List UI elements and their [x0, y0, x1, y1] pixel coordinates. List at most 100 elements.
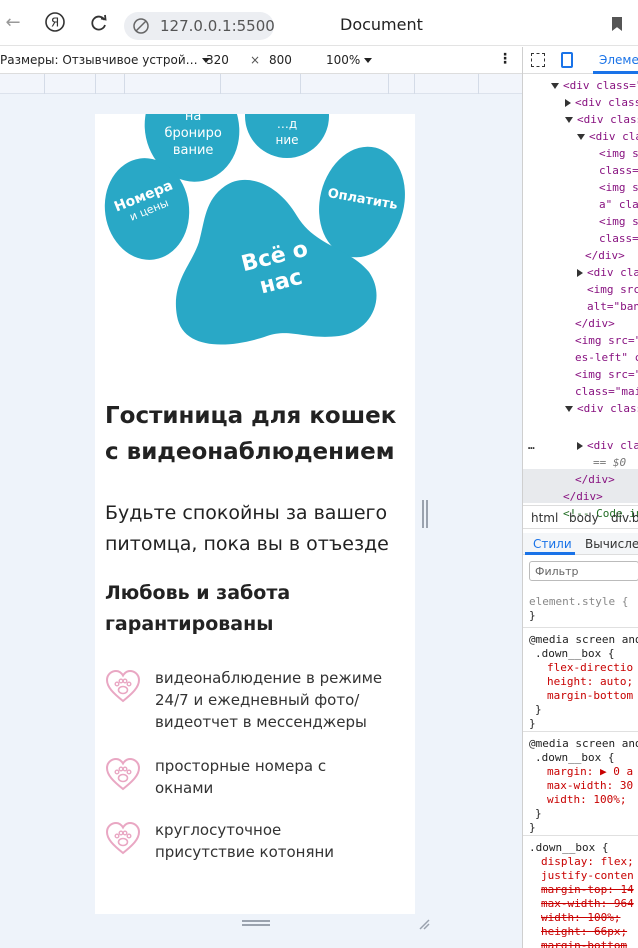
dom-node[interactable]: <img s [599, 179, 638, 196]
css-property[interactable]: justify-conten [541, 869, 634, 883]
bookmark-icon[interactable] [612, 17, 622, 31]
page-title: Гостиница для кошек с видеонаблюдением [105, 403, 397, 465]
device-toggle-icon[interactable] [561, 52, 573, 68]
tab-styles[interactable]: Стили [533, 537, 572, 551]
dom-node[interactable]: <div class [565, 111, 638, 128]
more-options-icon[interactable]: ⋮ [498, 51, 512, 67]
viewport-resize-corner-icon[interactable] [418, 918, 430, 930]
dom-node[interactable]: <img src=" [575, 332, 638, 349]
dom-tree: <div class=" <div class <div class <div … [523, 75, 638, 520]
expand-triangle-icon[interactable] [565, 406, 573, 412]
inspect-element-icon[interactable] [531, 53, 545, 67]
selected-node-marker: == $0 [593, 456, 627, 469]
ruler-segment[interactable] [44, 74, 45, 94]
tab-elements[interactable]: Элеме [599, 53, 638, 67]
dom-node-selected[interactable]: <div cla [577, 437, 638, 454]
active-tab-indicator [525, 552, 575, 555]
dom-node[interactable]: </div> [585, 247, 625, 264]
css-rule-selector[interactable]: .down__box { [535, 751, 614, 765]
dimensions-preset-select[interactable]: Размеры: Отзывчивое устрой… [0, 53, 210, 67]
dom-node[interactable]: <div cla [577, 264, 638, 281]
css-property[interactable]: margin: ▶ 0 a [547, 765, 633, 779]
css-property[interactable]: flex-directio [547, 661, 633, 675]
nav-paw-text: ние [275, 133, 299, 147]
dom-node[interactable]: <div cla [577, 128, 638, 145]
dom-node[interactable]: </div> [563, 488, 603, 505]
viewport-resize-handle-right[interactable] [422, 500, 428, 528]
rule-divider [523, 731, 638, 732]
css-property-overridden[interactable]: margin-top: 14 [541, 883, 634, 897]
dom-node[interactable]: class= [599, 230, 638, 247]
breadcrumb-item[interactable]: html [531, 511, 558, 525]
ruler-segment[interactable] [95, 74, 96, 94]
expand-triangle-icon[interactable] [565, 117, 573, 123]
css-rule-selector[interactable]: .down__box { [535, 647, 614, 661]
dom-node[interactable]: alt="ban [587, 298, 638, 315]
dom-node[interactable]: </div> [575, 471, 615, 488]
css-property[interactable]: display: flex; [541, 855, 634, 869]
css-property[interactable]: margin-bottom [547, 689, 633, 703]
nav-paw-text: на [184, 114, 202, 124]
dom-node[interactable]: <img s [599, 145, 638, 162]
css-property-overridden[interactable]: margin-bottom [541, 939, 627, 948]
css-rule-selector[interactable]: .down__box { [529, 841, 608, 855]
yandex-icon[interactable]: Я [44, 11, 66, 33]
css-media-query[interactable]: @media screen and [529, 633, 638, 647]
css-property[interactable]: max-width: 30 [547, 779, 633, 793]
dom-node[interactable]: <img s [599, 213, 638, 230]
dom-node[interactable]: a" cla [599, 196, 638, 213]
expand-triangle-icon[interactable] [551, 83, 559, 89]
back-arrow-icon[interactable]: ← [2, 12, 24, 34]
breadcrumb-item[interactable]: body [569, 511, 599, 525]
css-media-query[interactable]: @media screen and [529, 737, 638, 751]
nav-paw-2[interactable]: …д ние [245, 114, 329, 158]
reload-icon[interactable] [88, 12, 110, 34]
media-query-ruler[interactable] [0, 74, 522, 94]
css-property-overridden[interactable]: width: 100%; [541, 911, 620, 925]
ruler-segment[interactable] [478, 74, 479, 94]
styles-tabbar: Стили Вычислен [523, 533, 638, 555]
rule-divider [523, 835, 638, 836]
css-rule-selector[interactable]: element.style { [529, 595, 628, 609]
viewport-width-input[interactable]: 320 [202, 51, 248, 70]
nav-paw-text: …д [276, 117, 298, 131]
ruler-segment[interactable] [388, 74, 389, 94]
heart-paw-icon [105, 757, 141, 791]
styles-filter-input[interactable]: Фильтр [529, 561, 638, 581]
viewport-height-input[interactable]: 800 [265, 51, 311, 70]
site-info-icon[interactable] [132, 17, 150, 35]
dom-node[interactable]: <img src=" [575, 366, 638, 383]
css-property[interactable]: height: auto; [547, 675, 633, 689]
expand-triangle-icon[interactable] [577, 134, 585, 140]
active-tab-indicator [593, 71, 638, 74]
ruler-segment[interactable] [220, 74, 221, 94]
css-property[interactable]: width: 100%; [547, 793, 626, 807]
dom-node[interactable]: <div class [565, 400, 638, 417]
dom-node[interactable]: <div class=" [551, 77, 638, 94]
collapse-triangle-icon[interactable] [565, 99, 571, 107]
nav-about-paw[interactable]: Всё о нас [173, 176, 379, 352]
zoom-select[interactable]: 100% [326, 53, 373, 67]
feature-text: просторные номера с окнами [155, 757, 327, 797]
dom-node[interactable]: <img src [587, 281, 638, 298]
css-brace: } [529, 821, 536, 834]
dom-node[interactable]: class="mai [575, 383, 638, 400]
collapse-triangle-icon[interactable] [577, 442, 583, 450]
nav-paw-text: вание [172, 142, 214, 158]
ruler-segment[interactable] [124, 74, 125, 94]
css-property-overridden[interactable]: max-width: 964 [541, 897, 634, 911]
dom-node[interactable]: <div class [565, 94, 638, 111]
ruler-segment[interactable] [414, 74, 415, 94]
ruler-segment[interactable] [300, 74, 301, 94]
viewport-resize-handle-bottom[interactable] [242, 920, 270, 926]
dom-node[interactable]: class= [599, 162, 638, 179]
dom-node[interactable]: </div> [575, 315, 615, 332]
tab-computed[interactable]: Вычислен [585, 537, 638, 551]
dom-node[interactable]: es-left" c [575, 349, 638, 366]
css-property-overridden[interactable]: height: 66px; [541, 925, 627, 939]
node-options-ellipsis[interactable]: … [528, 437, 535, 454]
collapse-triangle-icon[interactable] [577, 269, 583, 277]
address-bar[interactable]: 127.0.0.1:5500 [124, 12, 275, 40]
breadcrumb-item[interactable]: div.bo [611, 511, 638, 525]
browser-topbar: ← Я 127.0.0.1:5500 Document [0, 0, 638, 46]
